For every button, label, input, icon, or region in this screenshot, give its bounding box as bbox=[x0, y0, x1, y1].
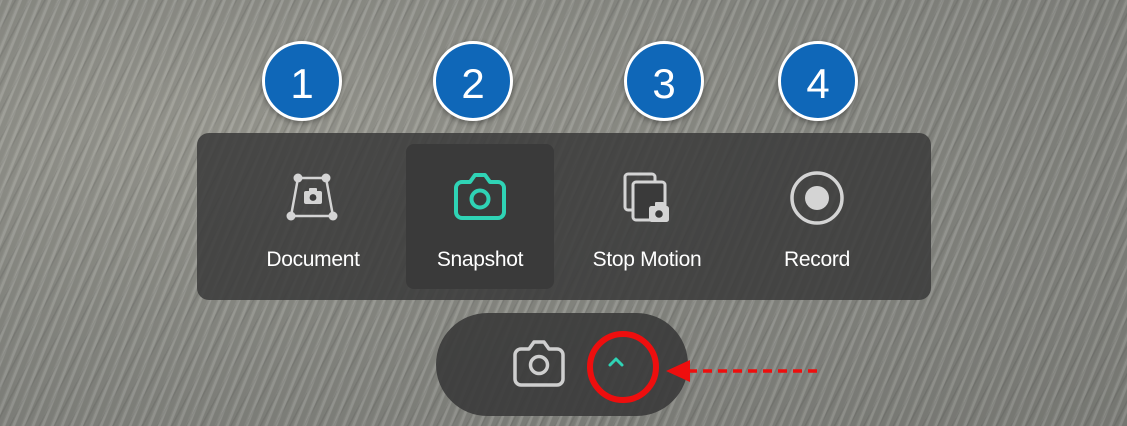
callout-badge-4: 4 bbox=[778, 41, 858, 121]
mode-snapshot[interactable]: Snapshot bbox=[406, 144, 554, 289]
capture-button[interactable] bbox=[506, 335, 572, 395]
camera-icon bbox=[446, 164, 514, 232]
mode-stop-motion[interactable]: Stop Motion bbox=[577, 144, 717, 289]
document-scan-icon bbox=[281, 164, 345, 232]
mode-selector-panel: Document Snapshot Stop Motion Record bbox=[197, 133, 931, 300]
mode-stop-motion-label: Stop Motion bbox=[592, 248, 702, 271]
mode-record-label: Record bbox=[784, 248, 850, 271]
callout-badge-1: 1 bbox=[262, 41, 342, 121]
callout-badge-2: 2 bbox=[433, 41, 513, 121]
highlight-circle bbox=[587, 331, 659, 403]
callout-badge-3: 3 bbox=[624, 41, 704, 121]
mode-snapshot-label: Snapshot bbox=[436, 248, 524, 271]
mode-document-label: Document bbox=[266, 248, 360, 271]
record-icon bbox=[785, 164, 849, 232]
stop-motion-icon bbox=[615, 164, 679, 232]
mode-record[interactable]: Record bbox=[747, 144, 887, 289]
mode-document[interactable]: Document bbox=[245, 144, 381, 289]
camera-icon bbox=[507, 334, 571, 397]
pointer-arrow bbox=[666, 360, 822, 382]
